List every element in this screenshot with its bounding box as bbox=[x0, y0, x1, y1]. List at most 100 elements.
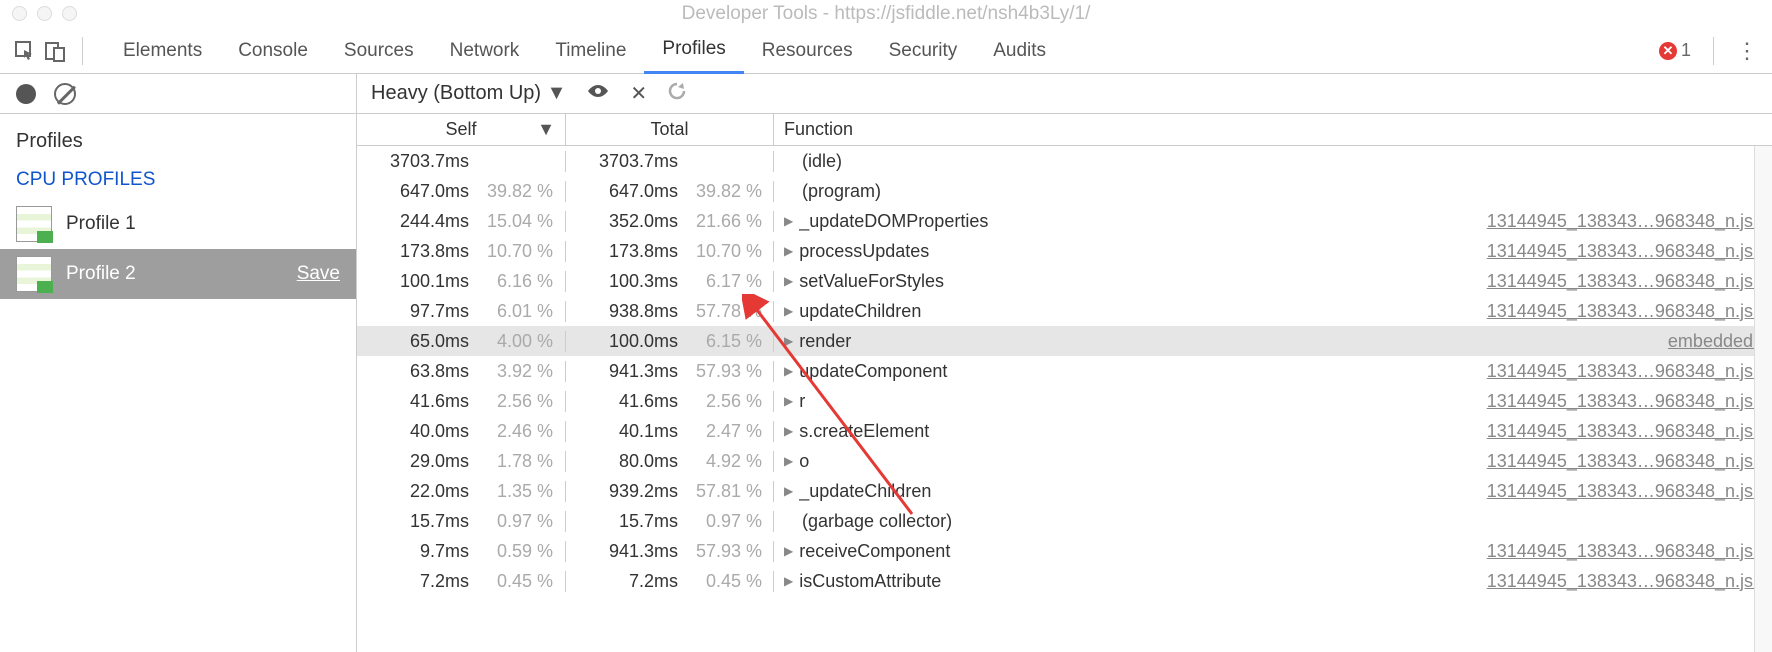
source-link[interactable]: 13144945_138343…968348_n.js: bbox=[1487, 421, 1772, 442]
table-row[interactable]: 41.6ms2.56 %41.6ms2.56 %▶r13144945_13834… bbox=[357, 386, 1772, 416]
source-link[interactable]: 13144945_138343…968348_n.js: bbox=[1487, 241, 1772, 262]
disclosure-triangle-icon[interactable]: ▶ bbox=[784, 364, 793, 378]
table-row[interactable]: 173.8ms10.70 %173.8ms10.70 %▶processUpda… bbox=[357, 236, 1772, 266]
total-pct: 4.92 % bbox=[684, 451, 770, 472]
table-row[interactable]: 22.0ms1.35 %939.2ms57.81 %▶_updateChildr… bbox=[357, 476, 1772, 506]
disclosure-triangle-icon[interactable]: ▶ bbox=[784, 454, 793, 468]
view-mode-label: Heavy (Bottom Up) bbox=[371, 82, 541, 104]
table-row[interactable]: 65.0ms4.00 %100.0ms6.15 %▶renderembedded… bbox=[357, 326, 1772, 356]
tab-timeline[interactable]: Timeline bbox=[537, 28, 644, 74]
table-row[interactable]: 40.0ms2.46 %40.1ms2.47 %▶s.createElement… bbox=[357, 416, 1772, 446]
tab-security[interactable]: Security bbox=[871, 28, 976, 74]
tab-audits[interactable]: Audits bbox=[975, 28, 1064, 74]
col-header-self[interactable]: Self ▼ bbox=[357, 114, 566, 145]
table-row[interactable]: 244.4ms15.04 %352.0ms21.66 %▶_updateDOMP… bbox=[357, 206, 1772, 236]
sidebar-toolbar bbox=[0, 74, 356, 114]
profile-item[interactable]: Profile 2Save bbox=[0, 249, 356, 299]
profile-item[interactable]: Profile 1 bbox=[0, 199, 356, 249]
kebab-menu-icon[interactable]: ⋮ bbox=[1736, 38, 1760, 64]
dropdown-arrow-icon: ▼ bbox=[547, 82, 567, 104]
source-link[interactable]: 13144945_138343…968348_n.js: bbox=[1487, 451, 1772, 472]
zoom-window-icon[interactable] bbox=[62, 6, 77, 21]
table-header: Self ▼ Total Function bbox=[357, 114, 1772, 146]
tab-network[interactable]: Network bbox=[432, 28, 538, 74]
disclosure-triangle-icon[interactable]: ▶ bbox=[784, 394, 793, 408]
device-mode-icon[interactable] bbox=[42, 38, 68, 64]
profile-toolbar: Heavy (Bottom Up) ▼ ✕ bbox=[357, 74, 1772, 114]
close-window-icon[interactable] bbox=[12, 6, 27, 21]
inspect-element-icon[interactable] bbox=[12, 38, 38, 64]
total-ms: 352.0ms bbox=[566, 211, 684, 232]
disclosure-triangle-icon[interactable]: ▶ bbox=[784, 214, 793, 228]
reload-icon[interactable] bbox=[667, 81, 687, 107]
table-row[interactable]: 9.7ms0.59 %941.3ms57.93 %▶receiveCompone… bbox=[357, 536, 1772, 566]
function-name: (garbage collector) bbox=[802, 511, 952, 532]
save-link[interactable]: Save bbox=[297, 263, 340, 285]
tab-resources[interactable]: Resources bbox=[744, 28, 871, 74]
total-ms: 40.1ms bbox=[566, 421, 684, 442]
self-pct: 6.01 % bbox=[475, 301, 561, 322]
table-row[interactable]: 100.1ms6.16 %100.3ms6.17 %▶setValueForSt… bbox=[357, 266, 1772, 296]
disclosure-triangle-icon[interactable]: ▶ bbox=[784, 304, 793, 318]
self-pct: 1.35 % bbox=[475, 481, 561, 502]
table-row[interactable]: 7.2ms0.45 %7.2ms0.45 %▶isCustomAttribute… bbox=[357, 566, 1772, 596]
self-ms: 7.2ms bbox=[357, 571, 475, 592]
table-row[interactable]: 3703.7ms3703.7ms(idle) bbox=[357, 146, 1772, 176]
self-pct: 2.56 % bbox=[475, 391, 561, 412]
function-name: receiveComponent bbox=[799, 541, 950, 562]
source-link[interactable]: 13144945_138343…968348_n.js: bbox=[1487, 211, 1772, 232]
table-row[interactable]: 29.0ms1.78 %80.0ms4.92 %▶o13144945_13834… bbox=[357, 446, 1772, 476]
profile-view: Heavy (Bottom Up) ▼ ✕ Self ▼ Total Funct… bbox=[357, 74, 1772, 652]
view-mode-select[interactable]: Heavy (Bottom Up) ▼ bbox=[371, 82, 566, 105]
table-row[interactable]: 647.0ms39.82 %647.0ms39.82 %(program) bbox=[357, 176, 1772, 206]
titlebar: Developer Tools - https://jsfiddle.net/n… bbox=[0, 0, 1772, 28]
self-ms: 97.7ms bbox=[357, 301, 475, 322]
table-row[interactable]: 97.7ms6.01 %938.8ms57.78 %▶updateChildre… bbox=[357, 296, 1772, 326]
function-name: _updateChildren bbox=[799, 481, 931, 502]
devtools-toolbar: ElementsConsoleSourcesNetworkTimelinePro… bbox=[0, 28, 1772, 74]
source-link[interactable]: 13144945_138343…968348_n.js: bbox=[1487, 361, 1772, 382]
col-header-total[interactable]: Total bbox=[566, 114, 774, 145]
total-ms: 938.8ms bbox=[566, 301, 684, 322]
total-pct: 2.56 % bbox=[684, 391, 770, 412]
source-link[interactable]: 13144945_138343…968348_n.js: bbox=[1487, 571, 1772, 592]
tab-sources[interactable]: Sources bbox=[326, 28, 432, 74]
self-pct: 15.04 % bbox=[475, 211, 561, 232]
minimize-window-icon[interactable] bbox=[37, 6, 52, 21]
self-pct: 0.45 % bbox=[475, 571, 561, 592]
function-name: updateComponent bbox=[799, 361, 947, 382]
divider bbox=[1713, 37, 1714, 65]
disclosure-triangle-icon[interactable]: ▶ bbox=[784, 574, 793, 588]
tab-profiles[interactable]: Profiles bbox=[644, 28, 743, 74]
source-link[interactable]: 13144945_138343…968348_n.js: bbox=[1487, 271, 1772, 292]
disclosure-triangle-icon[interactable]: ▶ bbox=[784, 424, 793, 438]
disclosure-triangle-icon[interactable]: ▶ bbox=[784, 544, 793, 558]
window-controls[interactable] bbox=[12, 6, 77, 21]
disclosure-triangle-icon[interactable]: ▶ bbox=[784, 334, 793, 348]
source-link[interactable]: 13144945_138343…968348_n.js: bbox=[1487, 301, 1772, 322]
disclosure-triangle-icon[interactable]: ▶ bbox=[784, 274, 793, 288]
close-icon[interactable]: ✕ bbox=[630, 81, 647, 106]
self-pct: 6.16 % bbox=[475, 271, 561, 292]
error-count: 1 bbox=[1681, 40, 1691, 61]
profile-icon bbox=[16, 256, 52, 292]
table-row[interactable]: 15.7ms0.97 %15.7ms0.97 %(garbage collect… bbox=[357, 506, 1772, 536]
total-pct: 0.97 % bbox=[684, 511, 770, 532]
total-pct: 57.81 % bbox=[684, 481, 770, 502]
scrollbar[interactable] bbox=[1754, 146, 1772, 652]
error-badge[interactable]: ✕ 1 bbox=[1659, 40, 1691, 61]
total-ms: 100.0ms bbox=[566, 331, 684, 352]
source-link[interactable]: 13144945_138343…968348_n.js: bbox=[1487, 391, 1772, 412]
col-header-function[interactable]: Function bbox=[774, 114, 1772, 145]
record-icon[interactable] bbox=[16, 84, 36, 104]
focus-icon[interactable] bbox=[586, 82, 610, 105]
source-link[interactable]: 13144945_138343…968348_n.js: bbox=[1487, 481, 1772, 502]
clear-icon[interactable] bbox=[54, 83, 76, 105]
disclosure-triangle-icon[interactable]: ▶ bbox=[784, 484, 793, 498]
source-link[interactable]: 13144945_138343…968348_n.js: bbox=[1487, 541, 1772, 562]
tab-elements[interactable]: Elements bbox=[105, 28, 220, 74]
tab-console[interactable]: Console bbox=[220, 28, 326, 74]
table-row[interactable]: 63.8ms3.92 %941.3ms57.93 %▶updateCompone… bbox=[357, 356, 1772, 386]
disclosure-triangle-icon[interactable]: ▶ bbox=[784, 244, 793, 258]
self-ms: 65.0ms bbox=[357, 331, 475, 352]
